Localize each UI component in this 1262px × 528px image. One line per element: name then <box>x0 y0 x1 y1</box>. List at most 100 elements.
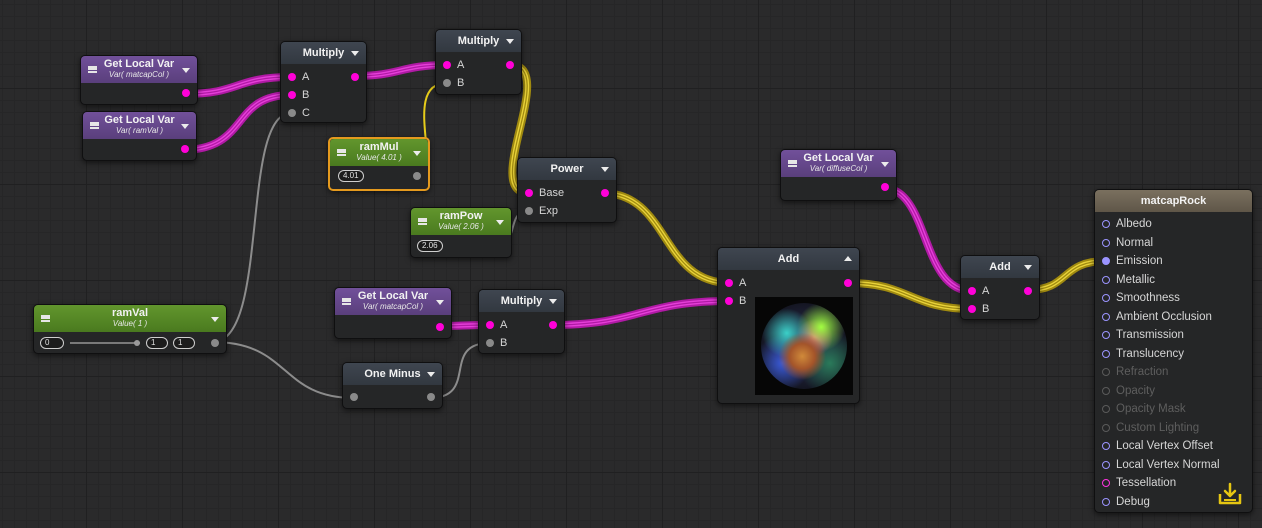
node-multiply-3[interactable]: Multiply A B <box>478 289 565 354</box>
node-header[interactable]: ramMul Value( 4.01 ) <box>330 139 428 166</box>
node-get-local-var-ramval[interactable]: Get Local Var Var( ramVal ) <box>82 111 197 161</box>
output-input-row[interactable]: Local Vertex Offset <box>1095 437 1252 456</box>
input-port-base[interactable] <box>525 189 533 197</box>
input-port-b[interactable] <box>725 297 733 305</box>
output-input-row[interactable]: Smoothness <box>1095 289 1252 308</box>
input-port-b[interactable] <box>443 79 451 87</box>
input-port[interactable] <box>1102 349 1110 358</box>
output-port[interactable] <box>211 339 219 347</box>
chevron-down-icon[interactable] <box>181 123 189 129</box>
chevron-down-icon[interactable] <box>549 299 557 304</box>
input-port[interactable] <box>1102 275 1110 284</box>
output-input-row[interactable]: Translucency <box>1095 345 1252 364</box>
input-port[interactable] <box>350 393 358 401</box>
menu-icon[interactable] <box>41 314 50 322</box>
output-port[interactable] <box>601 189 609 197</box>
chevron-down-icon[interactable] <box>1024 265 1032 270</box>
output-input-row[interactable]: Custom Lighting <box>1095 419 1252 438</box>
node-header[interactable]: Get Local Var Var( diffuseCol ) <box>781 150 896 177</box>
chevron-up-icon[interactable] <box>844 256 852 261</box>
input-port[interactable] <box>1102 405 1110 413</box>
menu-icon[interactable] <box>337 148 346 156</box>
input-port[interactable] <box>1102 442 1110 450</box>
input-port-a[interactable] <box>725 279 733 287</box>
input-port-exp[interactable] <box>525 207 533 215</box>
input-port[interactable] <box>1102 220 1110 228</box>
chevron-down-icon[interactable] <box>601 167 609 172</box>
input-port-b[interactable] <box>486 339 494 347</box>
input-port[interactable] <box>1102 238 1110 247</box>
output-input-row[interactable]: Local Vertex Normal <box>1095 456 1252 475</box>
node-header[interactable]: Get Local Var Var( ramVal ) <box>83 112 196 139</box>
output-port[interactable] <box>351 73 359 81</box>
node-multiply-1[interactable]: Multiply A B C <box>280 41 367 123</box>
menu-icon[interactable] <box>88 65 97 73</box>
node-ramval[interactable]: ramVal Value( 1 ) 0 1 1 <box>33 304 227 354</box>
menu-icon[interactable] <box>418 217 427 225</box>
output-input-row[interactable]: Ambient Occlusion <box>1095 308 1252 327</box>
chevron-down-icon[interactable] <box>881 161 889 167</box>
output-input-row[interactable]: Transmission <box>1095 326 1252 345</box>
menu-icon[interactable] <box>342 297 351 305</box>
chevron-down-icon[interactable] <box>351 51 359 56</box>
node-multiply-2[interactable]: Multiply A B <box>435 29 522 95</box>
output-port[interactable] <box>506 61 514 69</box>
input-port[interactable] <box>1102 257 1110 265</box>
input-port[interactable] <box>1102 294 1110 302</box>
node-header[interactable]: Get Local Var Var( matcapCol ) <box>81 56 197 83</box>
menu-icon[interactable] <box>90 121 99 129</box>
input-port-a[interactable] <box>443 61 451 69</box>
input-port[interactable] <box>1102 479 1110 487</box>
node-header[interactable]: Multiply <box>479 290 564 312</box>
input-port[interactable] <box>1102 312 1110 321</box>
output-port[interactable] <box>549 321 557 329</box>
input-port-a[interactable] <box>288 73 296 81</box>
chevron-down-icon[interactable] <box>211 316 219 322</box>
node-rampow[interactable]: ramPow Value( 2.06 ) 2.06 <box>410 207 512 258</box>
chevron-down-icon[interactable] <box>436 299 444 305</box>
node-header[interactable]: ramVal Value( 1 ) <box>34 305 226 332</box>
value-field[interactable]: 4.01 <box>338 170 364 182</box>
node-header[interactable]: ramPow Value( 2.06 ) <box>411 208 511 235</box>
node-header[interactable]: Multiply <box>281 42 366 64</box>
chevron-down-icon[interactable] <box>413 150 421 156</box>
output-port[interactable] <box>436 323 444 331</box>
output-port[interactable] <box>182 89 190 97</box>
node-header[interactable]: Add <box>718 248 859 270</box>
output-port[interactable] <box>181 145 189 153</box>
material-preview[interactable] <box>755 297 853 395</box>
node-header[interactable]: matcapRock <box>1095 190 1252 212</box>
input-port-c[interactable] <box>288 109 296 117</box>
node-header[interactable]: Power <box>518 158 616 180</box>
menu-icon[interactable] <box>788 159 797 167</box>
value-field[interactable]: 2.06 <box>417 240 443 252</box>
save-download-icon[interactable] <box>1217 482 1243 506</box>
output-port[interactable] <box>413 172 421 180</box>
input-port-b[interactable] <box>968 305 976 313</box>
output-port[interactable] <box>1024 287 1032 295</box>
node-get-local-var-matcapcol[interactable]: Get Local Var Var( matcapCol ) <box>80 55 198 105</box>
input-port-a[interactable] <box>486 321 494 329</box>
node-header[interactable]: Get Local Var Var( matcapCol ) <box>335 288 451 315</box>
chevron-down-icon[interactable] <box>182 67 190 73</box>
node-add-preview[interactable]: Add A B <box>717 247 860 404</box>
node-rammul[interactable]: ramMul Value( 4.01 ) 4.01 <box>328 137 430 191</box>
node-get-local-var-diffusecol[interactable]: Get Local Var Var( diffuseCol ) <box>780 149 897 201</box>
input-port[interactable] <box>1102 368 1110 376</box>
node-output-matcaprock[interactable]: matcapRock Albedo Normal Emission Metallic S… <box>1094 189 1253 513</box>
output-input-row[interactable]: Refraction <box>1095 363 1252 382</box>
chevron-down-icon[interactable] <box>506 39 514 44</box>
output-port[interactable] <box>881 183 889 191</box>
node-get-local-var-matcapcol-2[interactable]: Get Local Var Var( matcapCol ) <box>334 287 452 339</box>
node-one-minus[interactable]: One Minus <box>342 362 443 409</box>
chevron-down-icon[interactable] <box>496 219 504 225</box>
node-header[interactable]: Add <box>961 256 1039 278</box>
input-port[interactable] <box>1102 460 1110 469</box>
output-input-row[interactable]: Opacity <box>1095 382 1252 401</box>
input-port-a[interactable] <box>968 287 976 295</box>
output-input-row[interactable]: Normal <box>1095 234 1252 253</box>
input-port-b[interactable] <box>288 91 296 99</box>
output-port[interactable] <box>844 279 852 287</box>
slider-min-field[interactable]: 0 <box>40 337 64 349</box>
node-header[interactable]: Multiply <box>436 30 521 52</box>
